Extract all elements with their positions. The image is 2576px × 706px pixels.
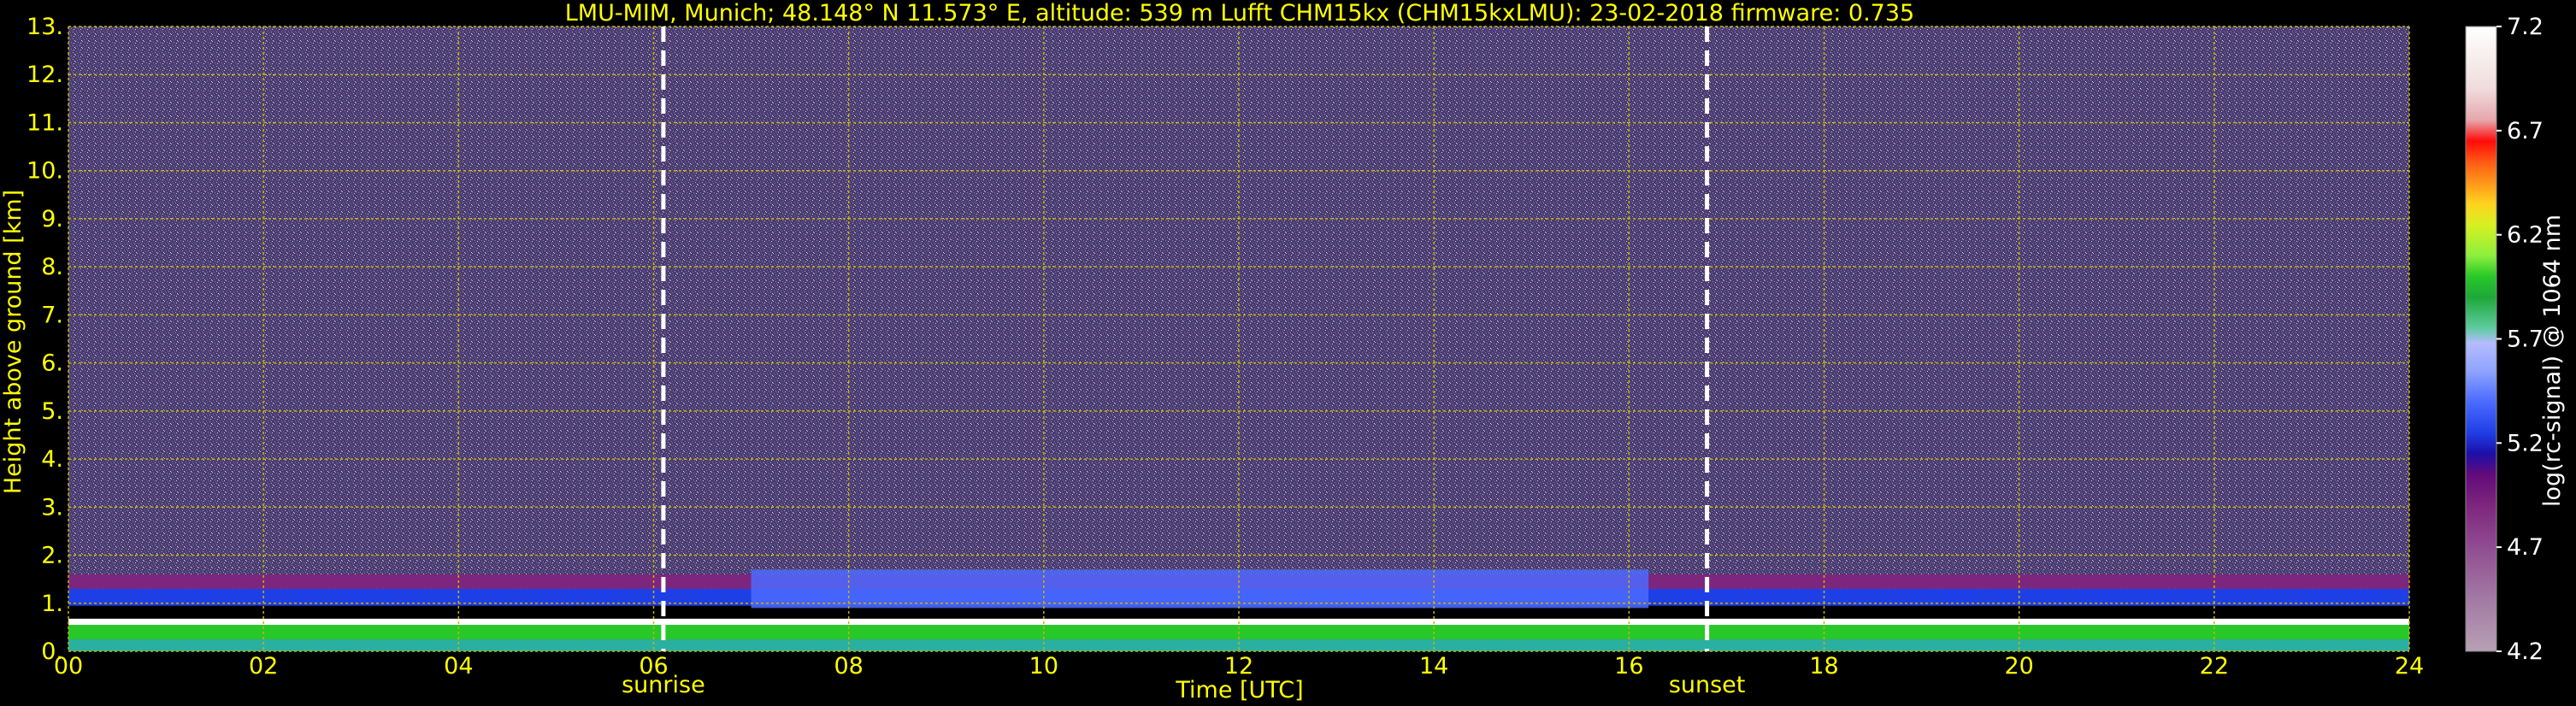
x-tick-label: 24 bbox=[2395, 653, 2424, 680]
y-tick-label: 8. bbox=[41, 254, 63, 280]
colorbar-tick-label: 7.2 bbox=[2507, 14, 2544, 40]
colorbar-ticks: 4.2 4.7 5.2 5.7 6.2 6.7 7.2 bbox=[2496, 14, 2544, 665]
colorbar-label: log(rc-signal) @ 1064 nm bbox=[2539, 215, 2566, 507]
colorbar-tick-label: 4.7 bbox=[2507, 534, 2544, 561]
x-tick-label: 20 bbox=[2004, 653, 2033, 680]
colorbar-tick-label: 6.7 bbox=[2507, 118, 2544, 144]
x-tick-label: 16 bbox=[1614, 653, 1643, 680]
y-tick-label: 3. bbox=[41, 494, 63, 521]
x-tick-label: 12 bbox=[1224, 653, 1253, 680]
x-tick-label: 22 bbox=[2200, 653, 2229, 680]
x-axis-label: Time [UTC] bbox=[1175, 677, 1303, 703]
y-tick-label: 9. bbox=[41, 206, 63, 232]
plot-area bbox=[68, 26, 2410, 652]
colorbar-tick-label: 5.7 bbox=[2507, 327, 2544, 353]
y-tick-label: 5. bbox=[41, 398, 63, 425]
x-tick-label: 08 bbox=[834, 653, 863, 680]
y-tick-label: 6. bbox=[41, 350, 63, 377]
x-tick-label: 10 bbox=[1029, 653, 1058, 680]
y-axis-label: Height above ground [km] bbox=[0, 190, 27, 494]
y-tick-label: 4. bbox=[41, 446, 63, 473]
y-tick-label: 10. bbox=[27, 158, 63, 185]
x-tick-label: 14 bbox=[1419, 653, 1448, 680]
y-tick-label: 13. bbox=[27, 14, 63, 40]
colorbar-tick-label: 4.2 bbox=[2507, 638, 2544, 665]
x-tick-label: 04 bbox=[444, 653, 473, 680]
x-tick-label: 06 bbox=[639, 653, 668, 680]
layer-elevated-aerosol-layer bbox=[751, 569, 1649, 609]
colorbar-tick-label: 5.2 bbox=[2507, 430, 2544, 456]
ceilometer-chart: LMU-MIM, Munich; 48.148° N 11.573° E, al… bbox=[0, 0, 2566, 703]
x-tick-label: 02 bbox=[249, 653, 278, 680]
y-tick-label: 11. bbox=[27, 109, 63, 136]
y-axis: 0. 1. 2. 3. 4. 5. 6. 7. 8. 9. 10. 11. 12. 13. bbox=[27, 14, 63, 665]
colorbar-gradient bbox=[2465, 26, 2497, 652]
colorbar: 4.2 4.7 5.2 5.7 6.2 6.7 7.2 log(rc-signal) @ 1… bbox=[2465, 14, 2566, 665]
chart-title: LMU-MIM, Munich; 48.148° N 11.573° E, al… bbox=[565, 0, 1914, 26]
y-tick-label: 12. bbox=[27, 62, 63, 88]
y-tick-label: 7. bbox=[41, 302, 63, 328]
y-tick-label: 1. bbox=[41, 591, 63, 617]
y-tick-label: 2. bbox=[41, 543, 63, 569]
sunset-label: sunset bbox=[1669, 672, 1746, 698]
colorbar-tick-label: 6.2 bbox=[2507, 222, 2544, 249]
x-tick-label: 18 bbox=[1809, 653, 1838, 680]
y-tick-label: 0. bbox=[41, 638, 63, 665]
